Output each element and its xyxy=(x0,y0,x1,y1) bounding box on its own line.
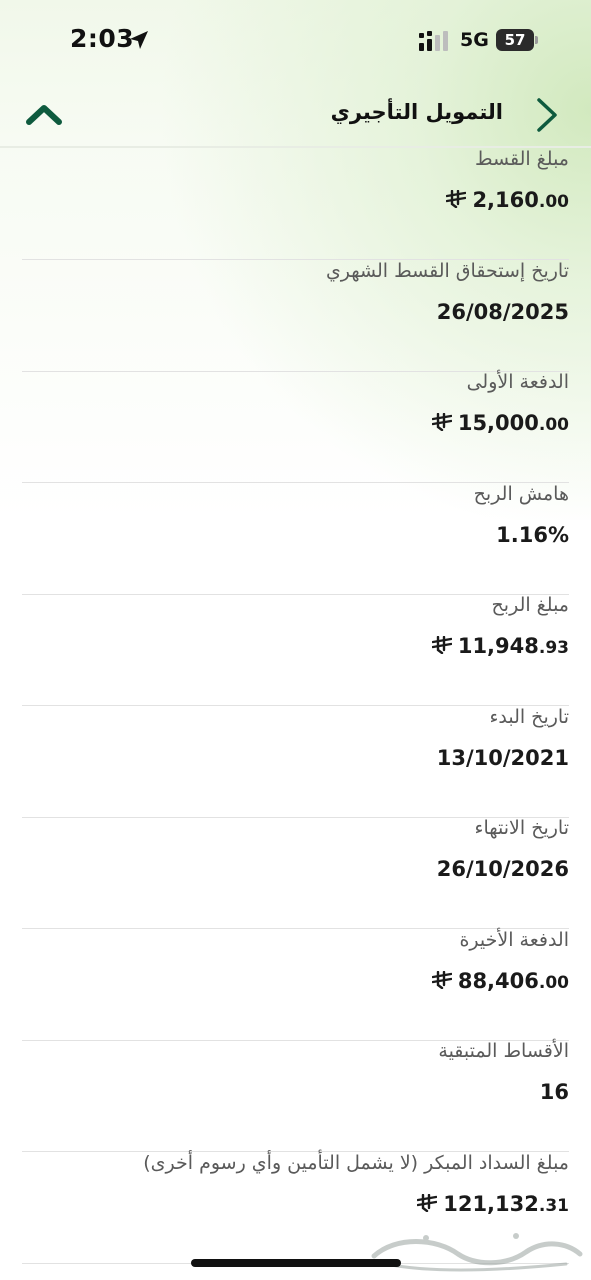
detail-row: مبلغ الربح 11,948.93 xyxy=(22,594,569,706)
detail-row: الأقساط المتبقية 16 xyxy=(22,1040,569,1152)
amount-decimal: .00 xyxy=(538,972,569,993)
detail-label: مبلغ القسط xyxy=(474,148,569,170)
detail-label: تاريخ إستحقاق القسط الشهري xyxy=(325,259,569,282)
saudi-riyal-icon xyxy=(446,189,467,209)
detail-value: 88,406.00 xyxy=(431,968,569,993)
detail-value: 26/10/2026 xyxy=(436,857,569,881)
detail-label: الدفعة الأخيرة xyxy=(459,928,569,951)
detail-value: 26/08/2025 xyxy=(436,299,569,324)
chevron-up-icon[interactable] xyxy=(26,102,62,128)
detail-value: 15,000.00 xyxy=(431,411,569,435)
detail-row: الدفعة الأخيرة 88,406.00 xyxy=(22,929,569,1041)
saudi-riyal-icon xyxy=(431,635,453,655)
detail-row: مبلغ القسط 2,160.00 xyxy=(22,148,569,260)
detail-label: تاريخ الانتهاء xyxy=(474,817,569,839)
saudi-riyal-icon xyxy=(417,1193,438,1212)
detail-value: 121,132.31 xyxy=(417,1192,569,1216)
amount-integer: 2,160 xyxy=(472,188,539,212)
detail-value: 11,948.93 xyxy=(431,634,569,658)
battery-icon: 57 xyxy=(496,29,538,51)
detail-value: 2,160.00 xyxy=(446,188,569,212)
amount-decimal: .93 xyxy=(538,638,569,658)
detail-label: مبلغ الربح xyxy=(491,594,569,616)
amount-decimal: .00 xyxy=(538,415,569,435)
detail-value: 16 xyxy=(539,1080,569,1104)
page-header: التمويل التأجيري xyxy=(0,86,591,144)
location-arrow-icon xyxy=(130,31,148,49)
detail-label: مبلغ السداد المبكر (لا يشمل التأمين وأي … xyxy=(143,1151,569,1174)
detail-value: 1.16% xyxy=(496,522,569,547)
haraj-watermark-logo xyxy=(371,1233,583,1272)
cellular-signal-icon xyxy=(419,31,448,51)
amount-decimal: .00 xyxy=(538,192,569,212)
details-list: مبلغ القسط 2,160.00 تاريخ إستحقاق القسط ال… xyxy=(0,146,591,1280)
detail-row: الدفعة الأولى 15,000.00 xyxy=(22,371,569,483)
detail-value: 13/10/2021 xyxy=(436,745,569,770)
detail-row: تاريخ الانتهاء 26/10/2026 xyxy=(22,817,569,929)
network-type: 5G xyxy=(460,29,489,51)
detail-row: هامش الربح 1.16% xyxy=(22,483,569,595)
detail-row: تاريخ البدء 13/10/2021 xyxy=(22,706,569,818)
saudi-riyal-icon xyxy=(431,970,453,989)
status-time: 2:03 xyxy=(70,24,135,53)
amount-integer: 121,132 xyxy=(443,1191,539,1216)
battery-level: 57 xyxy=(504,31,526,49)
detail-label: تاريخ البدء xyxy=(489,705,569,728)
detail-label: الأقساط المتبقية xyxy=(438,1040,569,1062)
chevron-right-icon[interactable] xyxy=(534,96,560,134)
detail-label: الدفعة الأولى xyxy=(466,371,569,393)
amount-integer: 11,948 xyxy=(457,634,539,658)
amount-integer: 15,000 xyxy=(457,411,539,435)
home-indicator[interactable] xyxy=(191,1259,401,1267)
page-title: التمويل التأجيري xyxy=(330,100,503,124)
detail-label: هامش الربح xyxy=(473,482,569,505)
saudi-riyal-icon xyxy=(431,412,453,432)
amount-integer: 88,406 xyxy=(457,968,539,993)
amount-decimal: .31 xyxy=(538,1195,569,1216)
status-bar: 2:03 5G 57 xyxy=(0,0,591,80)
detail-row: تاريخ إستحقاق القسط الشهري 26/08/2025 xyxy=(22,260,569,372)
